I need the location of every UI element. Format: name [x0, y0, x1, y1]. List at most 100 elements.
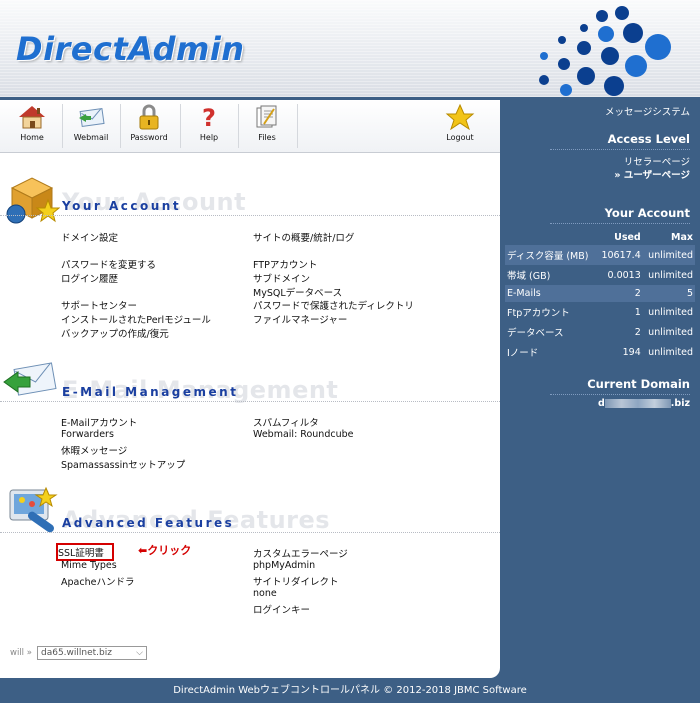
- current-marker: »: [614, 170, 621, 181]
- toolbar-logout-label: Logout: [446, 133, 474, 142]
- link-change-password[interactable]: パスワードを変更する: [61, 257, 156, 271]
- directadmin-logo[interactable]: DirectAdmin: [16, 30, 245, 68]
- account-section-icon: [6, 177, 60, 224]
- footer-text: DirectAdmin Webウェブコントロールパネル © 2012-2018 …: [173, 685, 527, 696]
- row-used: 2: [634, 326, 641, 338]
- toolbar-home[interactable]: Home: [4, 102, 60, 150]
- sidebar-divider: [550, 394, 690, 395]
- table-row: E-Mails 2 5: [505, 285, 695, 302]
- question-icon: ?: [202, 104, 216, 130]
- toolbar-webmail-label: Webmail: [73, 133, 109, 142]
- row-max: unlimited: [648, 306, 693, 318]
- link-mime-types[interactable]: Mime Types: [61, 560, 117, 571]
- link-webmail-roundcube[interactable]: Webmail: Roundcube: [253, 429, 353, 440]
- link-mysql-databases[interactable]: MySQLデータベース: [253, 285, 342, 299]
- row-used: 10617.4: [596, 245, 643, 265]
- domain-end: .biz: [670, 398, 690, 409]
- your-account-heading: Your Account: [604, 206, 690, 220]
- link-ssl-certificates[interactable]: SSL証明書: [56, 543, 114, 561]
- row-max: 5: [642, 285, 695, 302]
- link-vacation-messages[interactable]: 休暇メッセージ: [61, 443, 127, 457]
- access-level-heading: Access Level: [607, 132, 690, 146]
- link-support-center[interactable]: サポートセンター: [61, 298, 137, 312]
- server-select[interactable]: da65.willnet.biz ⌵: [37, 646, 147, 660]
- current-domain-value[interactable]: d .biz: [598, 398, 690, 409]
- link-file-manager[interactable]: ファイルマネージャー: [253, 312, 347, 326]
- table-row: Ftpアカウント 1 unlimited: [505, 302, 695, 322]
- toolbar-help-label: Help: [199, 133, 219, 142]
- link-ftp-accounts[interactable]: FTPアカウント: [253, 257, 317, 271]
- row-max: unlimited: [642, 245, 695, 265]
- link-login-history[interactable]: ログイン履歴: [61, 271, 118, 285]
- reseller-page-link[interactable]: リセラーページ: [624, 154, 690, 168]
- account-usage-table: Used Max ディスク容量 (MB) 10617.4 unlimited 帯…: [505, 230, 695, 362]
- link-site-summary[interactable]: サイトの概要/統計/ログ: [253, 230, 354, 244]
- arrow-left-icon: ⬅: [138, 544, 148, 557]
- toolbar-password[interactable]: Password: [121, 102, 177, 150]
- link-perl-modules[interactable]: インストールされたPerlモジュール: [61, 312, 211, 326]
- toolbar: Home Webmail Password ? Help Files Logou…: [0, 100, 500, 153]
- link-subdomains[interactable]: サブドメイン: [253, 271, 310, 285]
- row-max: unlimited: [648, 346, 693, 358]
- row-used: 194: [622, 346, 641, 358]
- message-system-link[interactable]: メッセージシステム: [605, 104, 690, 118]
- link-site-redirection[interactable]: サイトリダイレクト: [253, 574, 339, 588]
- padlock-icon: [139, 104, 159, 130]
- link-spam-filter[interactable]: スパムフィルタ: [253, 415, 319, 429]
- logo-dots-graphic: [539, 6, 671, 96]
- section-divider: [0, 401, 500, 402]
- row-name: Iノード: [507, 348, 539, 359]
- email-section-title: E-Mail Management: [62, 385, 239, 399]
- link-none[interactable]: none: [253, 588, 277, 599]
- link-login-keys[interactable]: ログインキー: [253, 602, 310, 616]
- sidebar-divider: [550, 149, 690, 150]
- row-name: ディスク容量 (MB): [505, 245, 597, 265]
- link-email-accounts[interactable]: E-Mailアカウント: [61, 415, 137, 429]
- link-spamassassin-setup[interactable]: Spamassassinセットアップ: [61, 457, 185, 471]
- row-name: データベース: [507, 328, 564, 339]
- row-used: 2: [596, 285, 643, 302]
- account-section-title: Your Account: [62, 199, 182, 213]
- row-name: Ftpアカウント: [507, 308, 570, 319]
- link-forwarders[interactable]: Forwarders: [61, 429, 114, 440]
- toolbar-help[interactable]: ? Help: [181, 102, 237, 150]
- domain-start: d: [597, 398, 605, 409]
- sidebar: メッセージシステム Access Level リセラーページ » ユーザーページ…: [500, 100, 700, 678]
- domain-blur-mask: [604, 399, 671, 408]
- column-used: Used: [614, 232, 641, 243]
- column-max: Max: [671, 232, 693, 243]
- table-row: Iノード 194 unlimited: [505, 342, 695, 362]
- toolbar-files-label: Files: [258, 133, 276, 142]
- house-icon: [19, 106, 45, 129]
- table-row: ディスク容量 (MB) 10617.4 unlimited: [505, 245, 695, 265]
- current-domain-heading: Current Domain: [587, 377, 690, 391]
- user-page-link[interactable]: » ユーザーページ: [614, 167, 690, 181]
- click-annotation-text: クリック: [147, 544, 192, 557]
- toolbar-home-label: Home: [20, 133, 44, 142]
- section-divider: [0, 215, 500, 216]
- table-row: 帯域 (GB) 0.0013 unlimited: [505, 265, 695, 285]
- row-name: 帯域 (GB): [507, 271, 551, 282]
- server-label: will »: [10, 648, 32, 658]
- row-name: E-Mails: [505, 285, 597, 302]
- link-phpmyadmin[interactable]: phpMyAdmin: [253, 560, 315, 571]
- toolbar-files[interactable]: Files: [239, 102, 295, 150]
- advanced-section-title: Advanced Features: [62, 516, 235, 530]
- toolbar-password-label: Password: [130, 133, 168, 142]
- toolbar-logout[interactable]: Logout: [432, 102, 488, 150]
- row-used: 1: [634, 306, 641, 318]
- toolbar-separator: [297, 104, 298, 148]
- click-annotation: ⬅クリック: [138, 542, 191, 558]
- link-domain-setup[interactable]: ドメイン設定: [61, 230, 118, 244]
- files-icon: [256, 105, 277, 128]
- link-protected-directories[interactable]: パスワードで保護されたディレクトリ: [253, 298, 414, 312]
- link-custom-error-pages[interactable]: カスタムエラーページ: [253, 546, 348, 560]
- row-max: unlimited: [648, 326, 693, 338]
- section-divider: [0, 532, 500, 533]
- toolbar-webmail[interactable]: Webmail: [63, 102, 119, 150]
- star-icon: [445, 104, 475, 130]
- link-backup-restore[interactable]: バックアップの作成/復元: [61, 326, 169, 340]
- link-apache-handlers[interactable]: Apacheハンドラ: [61, 574, 134, 588]
- header-banner: DirectAdmin: [0, 0, 700, 100]
- user-page-label: ユーザーページ: [623, 170, 690, 181]
